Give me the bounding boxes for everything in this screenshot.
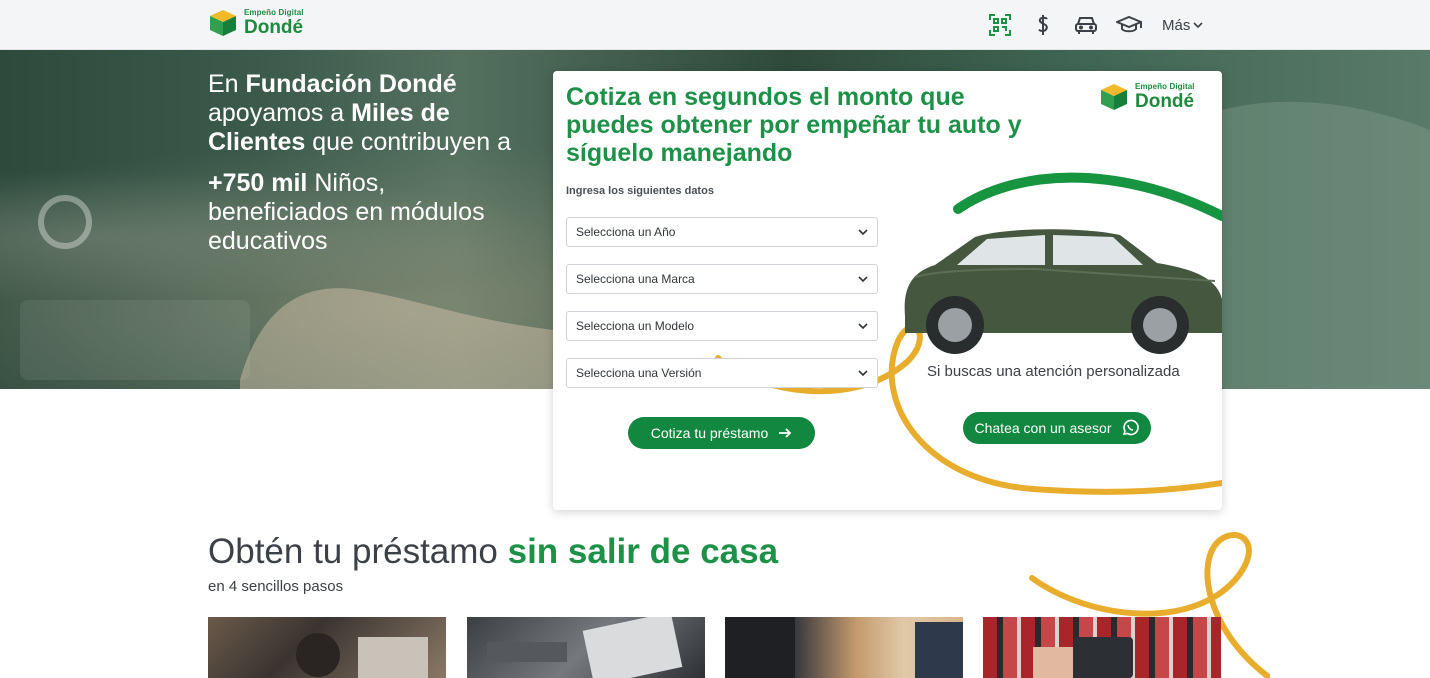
version-select[interactable]: Selecciona una Versión: [566, 358, 878, 388]
quote-loan-button[interactable]: Cotiza tu préstamo: [628, 417, 815, 449]
chevron-down-icon: [858, 370, 868, 377]
hero-line1-text: En: [208, 70, 246, 98]
logo-title: Dondé: [244, 17, 304, 38]
model-select-label: Selecciona un Modelo: [576, 319, 695, 333]
steps-title-text: Obtén tu préstamo: [208, 532, 508, 571]
chevron-down-icon: [858, 229, 868, 236]
hero-line6-text: educativos: [208, 227, 328, 255]
chat-advisor-label: Chatea con un asesor: [974, 420, 1112, 436]
steps-section-subtitle: en 4 sencillos pasos: [208, 578, 344, 595]
graduation-cap-icon[interactable]: [1115, 12, 1143, 38]
car-icon[interactable]: [1072, 12, 1100, 38]
chevron-down-icon: [858, 323, 868, 330]
more-label: Más: [1162, 16, 1191, 34]
green-suv-image: [904, 229, 1222, 354]
steps-title-highlight: sin salir de casa: [507, 532, 779, 571]
nav-icon-group: Más: [986, 12, 1204, 38]
hero-line3-bold: Clientes: [208, 128, 306, 156]
step-3-photo: [725, 617, 963, 678]
step-1-photo: [208, 617, 446, 678]
top-navigation-bar: Empeño Digital Dondé Más: [0, 0, 1430, 50]
personal-attention-text: Si buscas una atención personalizada: [927, 363, 1180, 380]
step-2-photo: [467, 617, 705, 678]
arrow-right-icon: [779, 428, 792, 438]
form-instructions: Ingresa los siguientes datos: [566, 185, 714, 197]
dollar-icon[interactable]: [1029, 12, 1057, 38]
hero-text: En Fundación Dondé apoyamos a Miles de C…: [208, 70, 548, 268]
hero-line2-bold: Miles de: [351, 99, 450, 127]
hero-children-count: +750 mil: [208, 169, 308, 197]
hero-line2-text: apoyamos a: [208, 99, 352, 127]
chevron-down-icon: [858, 276, 868, 283]
model-select[interactable]: Selecciona un Modelo: [566, 311, 878, 341]
cube-logo-icon: [210, 10, 236, 36]
brand-select[interactable]: Selecciona una Marca: [566, 264, 878, 294]
more-menu[interactable]: Más: [1162, 17, 1204, 34]
version-select-label: Selecciona una Versión: [576, 366, 702, 380]
logo-subtitle: Empeño Digital: [244, 8, 304, 17]
year-select-label: Selecciona un Año: [576, 225, 676, 239]
brand-select-label: Selecciona una Marca: [576, 272, 695, 286]
dondé-logo[interactable]: Empeño Digital Dondé: [208, 8, 304, 38]
card-dondé-logo: Empeño Digital Dondé: [1099, 82, 1195, 112]
whatsapp-icon: [1123, 419, 1140, 436]
hero-line3-text: que contribuyen a: [305, 128, 511, 156]
hero-line4-text: Niños,: [307, 169, 386, 197]
qr-code-icon[interactable]: [986, 12, 1014, 38]
card-logo-title: Dondé: [1135, 91, 1195, 112]
card-logo-subtitle: Empeño Digital: [1135, 82, 1195, 91]
hero-foundation-name: Fundación Dondé: [245, 70, 457, 98]
chat-advisor-button[interactable]: Chatea con un asesor: [963, 412, 1151, 444]
hero-line5-text: beneficiados en módulos: [208, 198, 485, 226]
year-select[interactable]: Selecciona un Año: [566, 217, 878, 247]
steps-section-title: Obtén tu préstamo sin salir de casa: [208, 532, 778, 572]
step-4-photo: [983, 617, 1221, 678]
quote-form-card: Cotiza en segundos el monto que puedes o…: [553, 71, 1222, 510]
form-title: Cotiza en segundos el monto que puedes o…: [566, 83, 1022, 167]
cube-logo-icon: [1101, 84, 1127, 110]
quote-loan-label: Cotiza tu préstamo: [650, 425, 769, 441]
chevron-down-icon: [1193, 22, 1203, 29]
